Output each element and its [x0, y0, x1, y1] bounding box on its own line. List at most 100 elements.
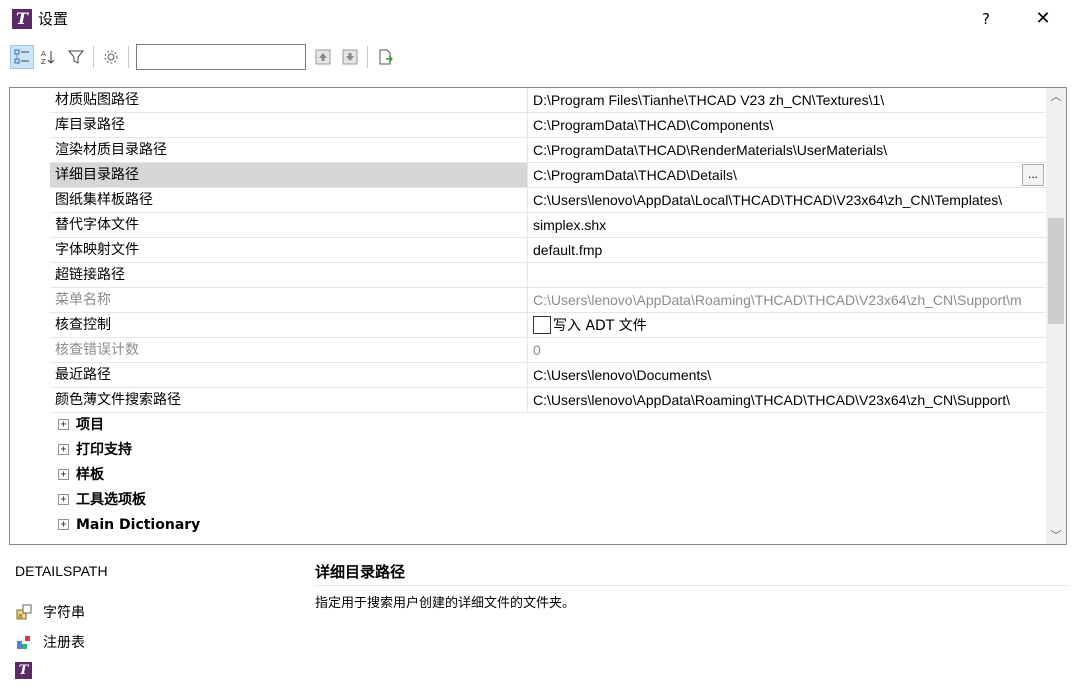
- property-row[interactable]: 渲染材质目录路径 C:\ProgramData\THCAD\RenderMater…: [10, 138, 1046, 163]
- scroll-up-icon[interactable]: ︿: [1046, 88, 1066, 105]
- property-value-text: C:\Users\lenovo\AppData\Roaming\THCAD\TH…: [533, 392, 1010, 408]
- scroll-down-icon[interactable]: ﹀: [1046, 527, 1066, 544]
- expand-icon[interactable]: +: [58, 419, 69, 430]
- row-gutter: [10, 288, 50, 313]
- property-name: 最近路径: [50, 363, 528, 388]
- category-row[interactable]: + 打印支持: [10, 438, 1046, 463]
- property-value[interactable]: default.fmp: [528, 238, 1046, 263]
- property-name: 详细目录路径: [50, 163, 528, 188]
- toolbar-separator: [367, 46, 368, 68]
- property-row[interactable]: 颜色薄文件搜索路径 C:\Users\lenovo\AppData\Roaming…: [10, 388, 1046, 413]
- property-value[interactable]: C:\Users\lenovo\AppData\Local\THCAD\THCA…: [528, 188, 1046, 213]
- property-row[interactable]: 核查控制 写入 ADT 文件: [10, 313, 1046, 338]
- property-name: 库目录路径: [50, 113, 528, 138]
- row-gutter: [10, 388, 50, 413]
- row-gutter: [10, 313, 50, 338]
- move-down-icon[interactable]: [338, 45, 362, 69]
- property-value[interactable]: 写入 ADT 文件: [528, 313, 1046, 338]
- property-value-text: C:\ProgramData\THCAD\RenderMaterials\Use…: [533, 142, 887, 158]
- toolbar: AZ: [0, 40, 1072, 74]
- registry-icon: [15, 633, 33, 651]
- property-value[interactable]: simplex.shx: [528, 213, 1046, 238]
- property-value[interactable]: C:\ProgramData\THCAD\Components\: [528, 113, 1046, 138]
- category-label: 项目: [76, 417, 104, 433]
- category-label: 工具选项板: [76, 492, 146, 508]
- category-row[interactable]: + 样板: [10, 463, 1046, 488]
- toolbar-separator: [128, 46, 129, 68]
- property-value[interactable]: [528, 263, 1046, 288]
- app-logo-icon: T: [12, 9, 32, 29]
- expand-icon[interactable]: +: [58, 444, 69, 455]
- move-up-icon[interactable]: [311, 45, 335, 69]
- search-input[interactable]: [136, 44, 306, 70]
- property-row[interactable]: 菜单名称 C:\Users\lenovo\AppData\Roaming\THCA…: [10, 288, 1046, 313]
- property-name: 字体映射文件: [50, 238, 528, 263]
- variable-name: DETAILSPATH: [15, 563, 108, 579]
- toolbar-separator: [93, 46, 94, 68]
- property-value-text: C:\Users\lenovo\AppData\Local\THCAD\THCA…: [533, 192, 1003, 208]
- alphabetical-view-icon[interactable]: AZ: [37, 45, 61, 69]
- window-title: 设置: [38, 10, 69, 28]
- property-value[interactable]: C:\ProgramData\THCAD\RenderMaterials\Use…: [528, 138, 1046, 163]
- property-value: 0: [528, 338, 1046, 363]
- property-grid: 材质贴图路径 D:\Program Files\Tianhe\THCAD V23 …: [9, 87, 1067, 545]
- property-value[interactable]: C:\ProgramData\THCAD\Details\...: [528, 163, 1046, 188]
- expand-icon[interactable]: +: [58, 494, 69, 505]
- row-gutter: [10, 213, 50, 238]
- property-name: 菜单名称: [50, 288, 528, 313]
- export-icon[interactable]: [373, 45, 397, 69]
- property-value: C:\Users\lenovo\AppData\Roaming\THCAD\TH…: [528, 288, 1046, 313]
- expand-icon[interactable]: +: [58, 519, 69, 530]
- settings-gear-icon[interactable]: [99, 45, 123, 69]
- property-value[interactable]: D:\Program Files\Tianhe\THCAD V23 zh_CN\…: [528, 88, 1046, 113]
- property-row[interactable]: 图纸集样板路径 C:\Users\lenovo\AppData\Local\THC…: [10, 188, 1046, 213]
- property-row[interactable]: 详细目录路径 C:\ProgramData\THCAD\Details\...: [10, 163, 1046, 188]
- row-gutter: [10, 138, 50, 163]
- filter-icon[interactable]: [64, 45, 88, 69]
- property-row[interactable]: 材质贴图路径 D:\Program Files\Tianhe\THCAD V23 …: [10, 88, 1046, 113]
- property-row[interactable]: 最近路径 C:\Users\lenovo\Documents\: [10, 363, 1046, 388]
- svg-text:a: a: [18, 612, 22, 620]
- type-row: a 字符串: [15, 601, 85, 623]
- storage-label: 注册表: [43, 635, 85, 651]
- property-row[interactable]: 超链接路径: [10, 263, 1046, 288]
- row-gutter: [10, 338, 50, 363]
- property-value[interactable]: C:\Users\lenovo\Documents\: [528, 363, 1046, 388]
- property-row[interactable]: 核查错误计数 0: [10, 338, 1046, 363]
- category-label: Main Dictionary: [76, 517, 201, 533]
- svg-text:A: A: [41, 50, 46, 58]
- row-gutter: [10, 238, 50, 263]
- property-name: 颜色薄文件搜索路径: [50, 388, 528, 413]
- property-name: 图纸集样板路径: [50, 188, 528, 213]
- scrollbar-thumb[interactable]: [1048, 218, 1064, 324]
- svg-text:Z: Z: [41, 58, 46, 65]
- product-logo-icon: T: [15, 662, 32, 679]
- property-name: 超链接路径: [50, 263, 528, 288]
- property-row[interactable]: 替代字体文件 simplex.shx: [10, 213, 1046, 238]
- close-button[interactable]: ✕: [1028, 6, 1058, 32]
- category-row[interactable]: + 项目: [10, 413, 1046, 438]
- description-divider: [315, 585, 1067, 586]
- property-row[interactable]: 库目录路径 C:\ProgramData\THCAD\Components\: [10, 113, 1046, 138]
- type-label: 字符串: [43, 605, 85, 621]
- title-bar: T 设置 ? ✕: [0, 0, 1072, 38]
- description-title: 详细目录路径: [315, 563, 406, 581]
- browse-button[interactable]: ...: [1022, 164, 1044, 186]
- property-value[interactable]: C:\Users\lenovo\AppData\Roaming\THCAD\TH…: [528, 388, 1046, 413]
- category-label: 样板: [76, 467, 104, 483]
- property-name: 材质贴图路径: [50, 88, 528, 113]
- expand-icon[interactable]: +: [58, 469, 69, 480]
- property-value-text: default.fmp: [533, 242, 603, 258]
- category-row[interactable]: + 工具选项板: [10, 488, 1046, 513]
- property-name: 替代字体文件: [50, 213, 528, 238]
- write-adt-checkbox[interactable]: [533, 315, 551, 334]
- row-gutter: [10, 263, 50, 288]
- row-gutter: [10, 88, 50, 113]
- property-row[interactable]: 字体映射文件 default.fmp: [10, 238, 1046, 263]
- vertical-scrollbar[interactable]: ︿ ﹀: [1046, 88, 1066, 544]
- row-gutter: [10, 113, 50, 138]
- property-value-text: simplex.shx: [533, 217, 607, 233]
- categorized-view-icon[interactable]: [10, 45, 34, 69]
- category-row[interactable]: + Main Dictionary: [10, 513, 1046, 538]
- help-button[interactable]: ?: [972, 6, 1000, 32]
